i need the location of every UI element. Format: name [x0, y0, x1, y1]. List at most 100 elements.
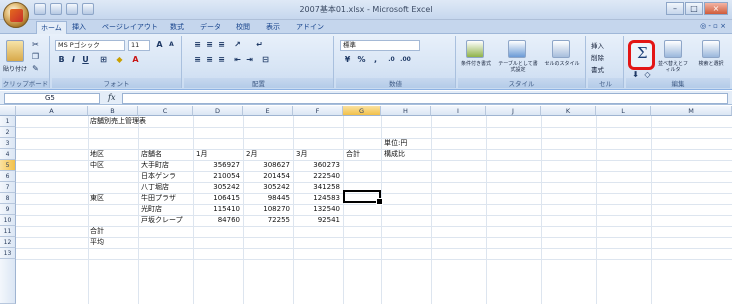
value-cell[interactable]: 108270	[243, 204, 290, 215]
align-middle-icon[interactable]: ≡	[204, 40, 215, 51]
worksheet-grid[interactable]: A B C D E F G H I J K L M 1 2 3 4 5 6 7 …	[0, 106, 732, 304]
row-header[interactable]: 4	[0, 149, 16, 160]
store-cell[interactable]: 戸坂クレープ	[141, 215, 183, 226]
minimize-button[interactable]: –	[666, 2, 684, 15]
row-header[interactable]: 13	[0, 248, 16, 259]
sheet-title-cell[interactable]: 店舗別売上管理表	[90, 116, 146, 127]
row-header[interactable]: 9	[0, 204, 16, 215]
orientation-icon[interactable]: ↗	[232, 40, 243, 51]
store-cell[interactable]: 光町店	[141, 204, 162, 215]
align-left-icon[interactable]: ≡	[192, 55, 203, 66]
conditional-format-label[interactable]: 条件付き書式	[458, 61, 494, 67]
find-select-label[interactable]: 検索と選択	[694, 61, 728, 67]
row-header[interactable]: 1	[0, 116, 16, 127]
header-total-cell[interactable]: 合計	[346, 149, 360, 160]
shrink-font-icon[interactable]: A	[166, 40, 177, 51]
align-top-icon[interactable]: ≡	[192, 40, 203, 51]
format-cells-button[interactable]: 書式	[591, 64, 604, 74]
insert-function-icon[interactable]: fx	[108, 93, 115, 102]
close-button[interactable]: ×	[704, 2, 728, 15]
row-header[interactable]: 12	[0, 237, 16, 248]
area-cell[interactable]: 中区	[90, 160, 104, 171]
underline-icon[interactable]: U	[80, 55, 91, 66]
align-bottom-icon[interactable]: ≡	[216, 40, 227, 51]
header-store-cell[interactable]: 店舗名	[141, 149, 162, 160]
increase-decimal-icon[interactable]: .0	[386, 55, 397, 66]
delete-cells-button[interactable]: 削除	[591, 52, 604, 62]
header-jan-cell[interactable]: 1月	[196, 149, 207, 160]
row-header[interactable]: 6	[0, 171, 16, 182]
format-as-table-label[interactable]: テーブルとして書式設定	[496, 61, 540, 73]
value-cell[interactable]: 106415	[193, 193, 240, 204]
number-format-select[interactable]: 標準	[340, 40, 420, 51]
sort-filter-icon[interactable]	[664, 40, 682, 58]
cut-icon[interactable]: ✂	[30, 40, 41, 51]
row-header[interactable]: 10	[0, 215, 16, 226]
merge-center-icon[interactable]: ⊟	[260, 55, 271, 66]
paste-icon[interactable]	[6, 40, 24, 62]
tab-home[interactable]: ホーム	[36, 21, 67, 34]
border-icon[interactable]: ⊞	[98, 55, 109, 66]
value-cell[interactable]: 360273	[293, 160, 340, 171]
tab-formulas[interactable]: 数式	[166, 21, 188, 34]
percent-icon[interactable]: %	[356, 55, 367, 66]
find-select-icon[interactable]	[702, 40, 720, 58]
row-header[interactable]: 2	[0, 127, 16, 138]
value-cell[interactable]: 308627	[243, 160, 290, 171]
store-cell[interactable]: 日本ゲンラ	[141, 171, 176, 182]
value-cell[interactable]: 84760	[193, 215, 240, 226]
bold-icon[interactable]: B	[56, 55, 67, 66]
insert-cells-button[interactable]: 挿入	[591, 40, 604, 50]
row-header[interactable]: 7	[0, 182, 16, 193]
decrease-decimal-icon[interactable]: .00	[400, 55, 411, 66]
copy-icon[interactable]: ❐	[30, 52, 41, 63]
column-header[interactable]: L	[596, 106, 651, 116]
average-label-cell[interactable]: 平均	[90, 237, 104, 248]
total-label-cell[interactable]: 合計	[90, 226, 104, 237]
store-cell[interactable]: 大手町店	[141, 160, 169, 171]
value-cell[interactable]: 124583	[293, 193, 340, 204]
value-cell[interactable]: 132540	[293, 204, 340, 215]
formula-input[interactable]	[122, 93, 728, 104]
increase-indent-icon[interactable]: ⇥	[244, 55, 255, 66]
row-header[interactable]: 8	[0, 193, 16, 204]
store-cell[interactable]: 牛田プラザ	[141, 193, 176, 204]
value-cell[interactable]: 341258	[293, 182, 340, 193]
value-cell[interactable]: 356927	[193, 160, 240, 171]
currency-icon[interactable]: ¥	[342, 55, 353, 66]
column-header[interactable]: J	[486, 106, 541, 116]
value-cell[interactable]: 201454	[243, 171, 290, 182]
comma-icon[interactable]: ,	[370, 55, 381, 66]
value-cell[interactable]: 92541	[293, 215, 340, 226]
conditional-format-icon[interactable]	[466, 40, 484, 58]
paste-label[interactable]: 貼り付け	[3, 64, 27, 73]
value-cell[interactable]: 222540	[293, 171, 340, 182]
tab-addins[interactable]: アドイン	[292, 21, 328, 34]
column-header[interactable]: K	[541, 106, 596, 116]
column-header-selected[interactable]: G	[343, 106, 381, 116]
column-header[interactable]: A	[16, 106, 88, 116]
active-cell[interactable]	[343, 190, 383, 205]
column-header[interactable]: M	[651, 106, 732, 116]
value-cell[interactable]: 210054	[193, 171, 240, 182]
font-size-select[interactable]: 11	[128, 40, 150, 51]
column-header[interactable]: D	[193, 106, 243, 116]
font-name-select[interactable]: MS Pゴシック	[55, 40, 125, 51]
ribbon-help-controls[interactable]: ◎ - ▫ ×	[700, 22, 726, 30]
column-header[interactable]: B	[88, 106, 138, 116]
value-cell[interactable]: 115410	[193, 204, 240, 215]
header-ratio-cell[interactable]: 構成比	[384, 149, 405, 160]
area-cell[interactable]: 東区	[90, 193, 104, 204]
font-color-icon[interactable]: A	[130, 55, 141, 66]
value-cell[interactable]: 305242	[243, 182, 290, 193]
tab-view[interactable]: 表示	[262, 21, 284, 34]
format-painter-icon[interactable]: ✎	[30, 64, 41, 75]
store-cell[interactable]: 八丁堀店	[141, 182, 169, 193]
column-header[interactable]: I	[431, 106, 486, 116]
value-cell[interactable]: 72255	[243, 215, 290, 226]
name-box[interactable]: G5	[4, 93, 100, 104]
tab-data[interactable]: データ	[196, 21, 225, 34]
row-header[interactable]: 3	[0, 138, 16, 149]
sort-filter-label[interactable]: 並べ替えとフィルタ	[656, 61, 690, 73]
tab-page-layout[interactable]: ページレイアウト	[98, 21, 162, 34]
